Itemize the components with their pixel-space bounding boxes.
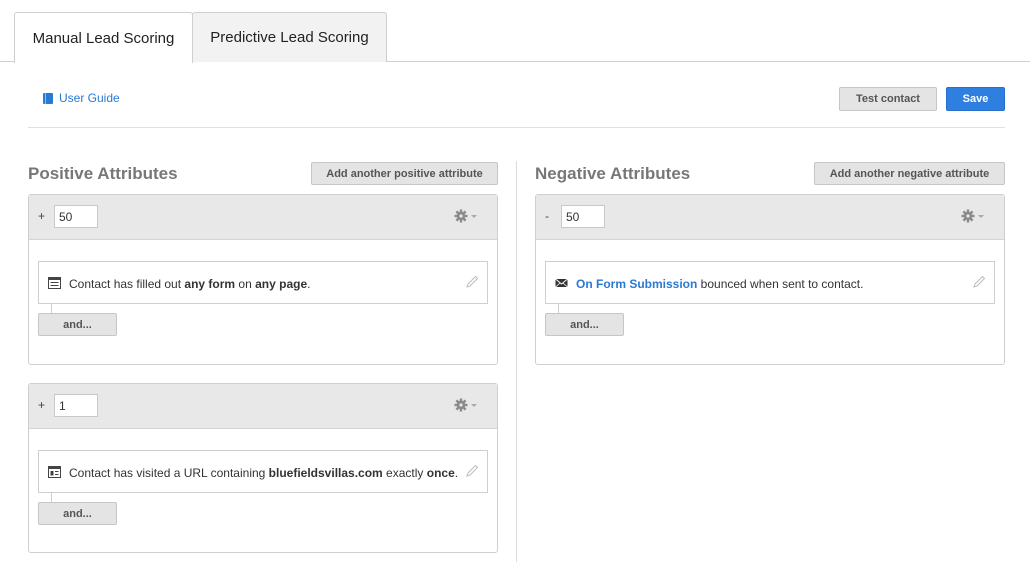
score-points-input[interactable]: 50 — [54, 205, 98, 228]
tab-manual-lead-scoring[interactable]: Manual Lead Scoring — [14, 12, 193, 63]
frequency-value: once — [426, 466, 455, 480]
envelope-icon — [555, 278, 568, 288]
save-button[interactable]: Save — [946, 87, 1005, 111]
add-negative-attribute-button[interactable]: Add another negative attribute — [814, 162, 1005, 185]
gear-icon[interactable] — [453, 208, 481, 224]
condition-text: On Form Submission bounced when sent to … — [576, 277, 864, 291]
page-value: any page — [255, 277, 308, 291]
form-icon — [48, 277, 61, 289]
positive-rule-card: + 1 Contact has visited a URL containing… — [28, 383, 498, 553]
email-link[interactable]: On Form Submission — [576, 277, 697, 291]
tab-predictive-lead-scoring[interactable]: Predictive Lead Scoring — [192, 12, 387, 62]
gear-icon[interactable] — [453, 397, 481, 413]
url-value: bluefieldsvillas.com — [268, 466, 383, 480]
condition-text: Contact has filled out any form on any p… — [69, 277, 311, 291]
user-guide-label: User Guide — [59, 91, 120, 105]
score-sign: - — [545, 209, 549, 223]
user-guide-link[interactable]: User Guide — [43, 91, 120, 105]
and-button[interactable]: and... — [38, 313, 117, 336]
positive-attributes-title: Positive Attributes — [28, 164, 178, 183]
chevron-down-icon — [471, 215, 477, 218]
score-sign: + — [38, 398, 46, 412]
webpage-icon — [48, 466, 61, 478]
pencil-icon[interactable] — [465, 464, 479, 478]
pencil-icon[interactable] — [972, 275, 986, 289]
condition-text: Contact has visited a URL containing blu… — [69, 466, 459, 480]
rule-condition[interactable]: On Form Submission bounced when sent to … — [545, 261, 995, 304]
score-points-input[interactable]: 1 — [54, 394, 98, 417]
chevron-down-icon — [471, 404, 477, 407]
rule-header: + 50 — [29, 195, 497, 240]
rule-condition[interactable]: Contact has visited a URL containing blu… — [38, 450, 488, 493]
and-button[interactable]: and... — [545, 313, 624, 336]
tab-bar: Manual Lead Scoring Predictive Lead Scor… — [0, 0, 1030, 63]
divider — [28, 127, 1005, 128]
book-icon — [43, 92, 53, 104]
score-sign: + — [38, 209, 46, 223]
rule-header: + 1 — [29, 384, 497, 429]
gear-icon[interactable] — [960, 208, 988, 224]
negative-rule-card: - 50 On Form Submission bounced when sen… — [535, 194, 1005, 365]
rule-header: - 50 — [536, 195, 1004, 240]
positive-rule-card: + 50 Contact has filled out any form on … — [28, 194, 498, 365]
test-contact-button[interactable]: Test contact — [839, 87, 937, 111]
chevron-down-icon — [978, 215, 984, 218]
pencil-icon[interactable] — [465, 275, 479, 289]
score-points-input[interactable]: 50 — [561, 205, 605, 228]
add-positive-attribute-button[interactable]: Add another positive attribute — [311, 162, 498, 185]
column-divider — [516, 161, 517, 562]
and-button[interactable]: and... — [38, 502, 117, 525]
rule-condition[interactable]: Contact has filled out any form on any p… — [38, 261, 488, 304]
form-value: any form — [184, 277, 236, 291]
negative-attributes-title: Negative Attributes — [535, 164, 691, 183]
